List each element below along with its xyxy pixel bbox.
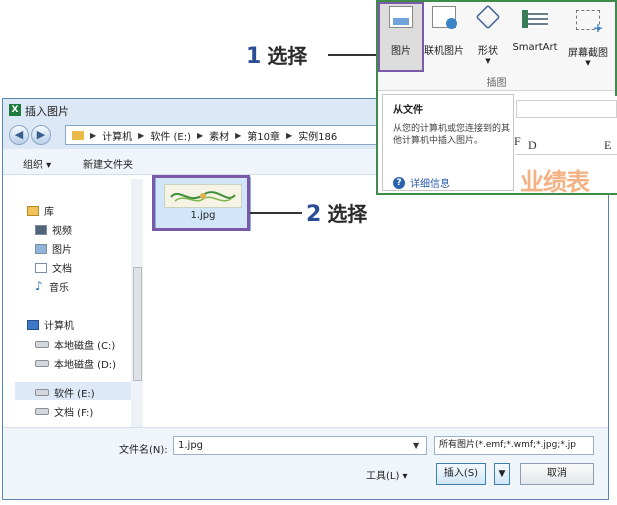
tree-item-label: 本地磁盘 (D:) <box>54 360 117 371</box>
tree-item-disk-c[interactable]: 本地磁盘 (C:) <box>35 337 115 352</box>
tooltip-body: 从您的计算机或您连接到的其他计算机中插入图片。 <box>393 124 511 146</box>
step2-number: 2 <box>306 202 322 227</box>
chevron-down-icon[interactable]: ▼ <box>413 441 419 450</box>
formula-bar <box>516 100 617 118</box>
tree-item-label: 本地磁盘 (C:) <box>54 341 116 352</box>
step2-text: 选择 <box>327 202 368 226</box>
breadcrumb-materials[interactable]: 素材 <box>209 128 229 143</box>
documents-icon <box>35 262 47 273</box>
online-picture-icon <box>432 6 457 29</box>
picture-button[interactable]: 图片 <box>380 6 422 57</box>
worksheet-preview: F D E 业绩表 <box>514 96 617 196</box>
navigation-tree: 库 视频 图片 文档 ♪ 音乐 计算机 本地磁盘 (C:) 本地磁盘 (D:) <box>3 175 143 427</box>
breadcrumb-chapter[interactable]: 第10章 <box>247 128 280 143</box>
step2-leader-line <box>250 212 302 214</box>
pictures-icon <box>35 243 47 254</box>
tree-item-label: 软件 (E:) <box>54 389 95 400</box>
chevron-down-icon: ▼ <box>485 57 491 65</box>
column-header-d: D <box>528 138 537 152</box>
tree-item-label: 计算机 <box>44 321 74 332</box>
excel-ribbon-panel: 图片 联机图片 形状 ▼ SmartArt 屏幕截图 ▼ 插图 F D E 业绩… <box>376 0 617 196</box>
music-icon: ♪ <box>35 279 43 293</box>
filename-input[interactable]: 1.jpg <box>173 436 427 455</box>
new-folder-button[interactable]: 新建文件夹 <box>83 156 133 171</box>
column-header-e: E <box>604 138 612 152</box>
smartart-button[interactable]: SmartArt <box>508 6 562 53</box>
button-label: 屏幕截图 <box>568 48 608 59</box>
tree-item-label: 音乐 <box>49 283 69 294</box>
tree-item-music[interactable]: ♪ 音乐 <box>35 279 69 294</box>
chevron-down-icon: ▼ <box>585 59 591 67</box>
illustrations-group: 图片 联机图片 形状 ▼ SmartArt 屏幕截图 ▼ 插图 <box>378 2 615 91</box>
step1-number: 1 <box>246 44 262 69</box>
dialog-footer: 文件名(N): 1.jpg ▼ 所有图片(*.emf;*.wmf;*.jpg;*… <box>3 427 608 499</box>
chevron-right-icon: ▶ <box>196 130 204 140</box>
back-button[interactable]: ◀ <box>9 125 29 145</box>
filename-label: 文件名(N): <box>119 445 168 456</box>
breadcrumb-drive-e[interactable]: 软件 (E:) <box>150 128 191 143</box>
tree-item-video[interactable]: 视频 <box>35 222 72 237</box>
tree-item-label: 图片 <box>52 245 72 256</box>
screenshot-icon <box>576 10 603 35</box>
tree-item-label: 视频 <box>52 226 72 237</box>
more-info-label: 详细信息 <box>410 179 450 190</box>
forward-button[interactable]: ▶ <box>31 125 51 145</box>
file-highlight-box <box>152 175 250 231</box>
tree-item-disk-e[interactable]: 软件 (E:) <box>35 385 95 400</box>
button-label: 图片 <box>391 46 411 57</box>
screenshot-button[interactable]: 屏幕截图 ▼ <box>562 6 614 67</box>
tooltip-title: 从文件 <box>393 105 423 116</box>
folder-icon <box>72 130 84 140</box>
disk-icon <box>35 360 49 367</box>
button-label: 形状 <box>478 46 498 57</box>
disk-icon <box>35 389 49 396</box>
tree-item-library[interactable]: 库 <box>27 203 54 218</box>
help-icon: ? <box>393 176 405 189</box>
tree-item-computer[interactable]: 计算机 <box>27 317 74 332</box>
step1-leader-line <box>328 54 376 56</box>
disk-icon <box>35 408 49 415</box>
button-label: 联机图片 <box>424 46 464 57</box>
tree-item-label: 文档 <box>52 264 72 275</box>
sheet-title-fragment: 业绩表 <box>520 168 590 196</box>
breadcrumb-computer[interactable]: 计算机 <box>102 128 132 143</box>
insert-dropdown-button[interactable]: ▼ <box>494 463 510 485</box>
chevron-right-icon: ▶ <box>286 130 293 140</box>
column-header-f: F <box>514 134 521 148</box>
tree-item-disk-d[interactable]: 本地磁盘 (D:) <box>35 356 116 371</box>
more-info-link[interactable]: ? 详细信息 <box>393 175 450 190</box>
excel-icon: X <box>9 104 21 116</box>
tree-item-label: 文档 (F:) <box>54 408 94 419</box>
computer-icon <box>27 319 39 330</box>
picture-tooltip: 从文件 从您的计算机或您连接到的其他计算机中插入图片。 ? 详细信息 <box>382 94 514 191</box>
shapes-button[interactable]: 形状 ▼ <box>470 4 506 65</box>
tree-item-disk-f[interactable]: 文档 (F:) <box>35 404 93 419</box>
chevron-right-icon: ▶ <box>235 130 242 140</box>
library-icon <box>27 205 39 216</box>
organize-button[interactable]: 组织 ▾ <box>23 156 51 171</box>
picture-icon <box>389 6 413 28</box>
video-icon <box>35 224 47 235</box>
breadcrumb-example[interactable]: 实例186 <box>298 128 337 143</box>
step1-text: 选择 <box>267 44 308 68</box>
step2-callout: 2 选择 <box>306 198 367 227</box>
tree-item-pictures[interactable]: 图片 <box>35 241 72 256</box>
tree-item-documents[interactable]: 文档 <box>35 260 72 275</box>
button-label: SmartArt <box>512 42 558 53</box>
step1-callout: 1 选择 <box>246 40 307 69</box>
dialog-title: 插入图片 <box>25 105 69 118</box>
online-picture-button[interactable]: 联机图片 <box>422 6 466 57</box>
disk-icon <box>35 341 49 348</box>
insert-button[interactable]: 插入(S) <box>436 463 486 485</box>
cancel-button[interactable]: 取消 <box>520 463 594 485</box>
scrollbar-thumb[interactable] <box>133 267 142 381</box>
tree-item-label: 库 <box>44 207 54 218</box>
tools-menu[interactable]: 工具(L) ▾ <box>366 467 408 482</box>
group-label: 插图 <box>486 78 507 89</box>
chevron-right-icon: ▶ <box>138 130 145 140</box>
chevron-right-icon: ▶ <box>90 130 97 140</box>
smartart-icon <box>522 10 548 28</box>
shapes-icon <box>475 4 501 30</box>
filetype-select[interactable]: 所有图片(*.emf;*.wmf;*.jpg;*.jp <box>434 436 594 455</box>
